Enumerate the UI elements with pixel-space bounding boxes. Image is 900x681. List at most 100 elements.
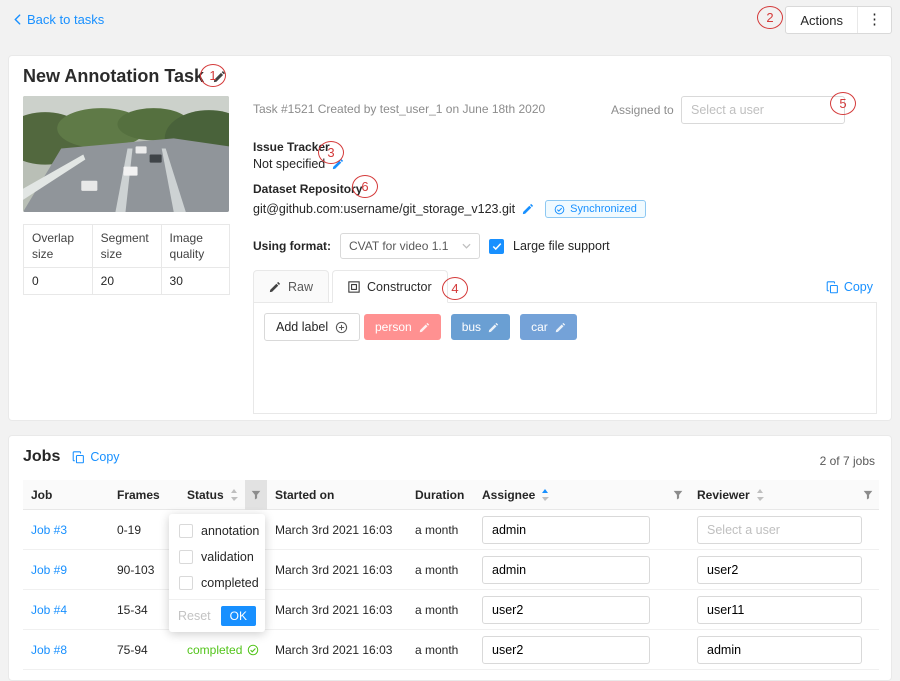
col-status: Status xyxy=(179,480,267,510)
large-file-support-label: Large file support xyxy=(513,239,610,253)
job-row: Job #9 90-103 March 3rd 2021 16:03 a mon… xyxy=(23,550,879,590)
task-meta: Task #1521 Created by test_user_1 on Jun… xyxy=(253,102,545,116)
check-circle-icon xyxy=(247,644,259,656)
sort-assignee-icon[interactable] xyxy=(541,488,549,502)
filter-reset-button[interactable]: Reset xyxy=(178,609,211,623)
copy-labels-label: Copy xyxy=(844,280,873,294)
label-chip-person-name: person xyxy=(375,320,412,334)
param-value-quality: 30 xyxy=(161,268,229,295)
cvat-task-page: Back to tasks Actions ⋮ New Annotation T… xyxy=(0,0,900,669)
check-circle-icon xyxy=(554,204,565,215)
checkbox-validation[interactable] xyxy=(179,550,193,564)
started-cell: March 3rd 2021 16:03 xyxy=(267,563,407,577)
jobs-table: Job Frames Status Started on Duration As… xyxy=(23,480,879,670)
label-chip-car-name: car xyxy=(531,320,548,334)
param-value-overlap: 0 xyxy=(24,268,93,295)
job-row: Job #3 0-19 March 3rd 2021 16:03 a month xyxy=(23,510,879,550)
back-to-tasks-link[interactable]: Back to tasks xyxy=(14,12,104,27)
job-link[interactable]: Job #3 xyxy=(23,523,109,537)
reviewer-input[interactable] xyxy=(697,636,862,664)
jobs-card: Jobs Copy 2 of 7 jobs Job Frames Status xyxy=(8,435,892,681)
task-detail-card: New Annotation Task Overlap size xyxy=(8,55,892,421)
job-link[interactable]: Job #8 xyxy=(23,643,109,657)
frames-cell: 75-94 xyxy=(109,643,179,657)
filter-reviewer-icon[interactable] xyxy=(857,480,879,510)
reviewer-input[interactable] xyxy=(697,556,862,584)
assignee-input[interactable] xyxy=(482,596,650,624)
edit-label-icon[interactable] xyxy=(419,322,430,333)
param-header-quality: Image quality xyxy=(161,225,229,268)
sort-status-icon[interactable] xyxy=(230,488,238,502)
filter-status-icon[interactable] xyxy=(245,480,267,510)
chevron-down-icon xyxy=(462,243,471,249)
copy-jobs-label: Copy xyxy=(90,450,119,464)
format-row: Using format: CVAT for video 1.1 Large f… xyxy=(253,233,610,259)
checkbox-annotation[interactable] xyxy=(179,524,193,538)
filter-option-completed-label: completed xyxy=(201,576,259,590)
task-preview-image xyxy=(23,96,229,212)
large-file-support-checkbox[interactable] xyxy=(489,239,504,254)
duration-cell: a month xyxy=(407,563,474,577)
col-duration: Duration xyxy=(407,480,474,510)
param-header-segment: Segment size xyxy=(92,225,161,268)
copy-icon xyxy=(72,451,85,464)
sync-status-badge: Synchronized xyxy=(545,200,646,218)
task-params-table: Overlap size Segment size Image quality … xyxy=(23,224,230,295)
tab-raw[interactable]: Raw xyxy=(253,270,329,303)
job-link[interactable]: Job #9 xyxy=(23,563,109,577)
task-assignee-input[interactable] xyxy=(681,96,845,124)
edit-label-icon[interactable] xyxy=(555,322,566,333)
job-link[interactable]: Job #4 xyxy=(23,603,109,617)
jobs-count: 2 of 7 jobs xyxy=(820,454,875,468)
annotation-callout-4: 4 xyxy=(442,277,468,300)
duration-cell: a month xyxy=(407,643,474,657)
annotation-callout-1: 1 xyxy=(200,64,226,87)
task-title: New Annotation Task xyxy=(23,66,204,87)
format-select-value: CVAT for video 1.1 xyxy=(349,239,448,253)
started-cell: March 3rd 2021 16:03 xyxy=(267,603,407,617)
started-cell: March 3rd 2021 16:03 xyxy=(267,643,407,657)
reviewer-input[interactable] xyxy=(697,596,862,624)
jobs-title: Jobs xyxy=(23,448,60,466)
actions-button[interactable]: Actions xyxy=(786,13,857,28)
sync-status-label: Synchronized xyxy=(570,203,637,215)
filter-option-annotation[interactable]: annotation xyxy=(169,518,265,544)
reviewer-input[interactable] xyxy=(697,516,862,544)
col-assignee: Assignee xyxy=(474,480,689,510)
tab-constructor[interactable]: Constructor xyxy=(332,270,448,303)
filter-assignee-icon[interactable] xyxy=(667,480,689,510)
sort-reviewer-icon[interactable] xyxy=(756,488,764,502)
filter-option-annotation-label: annotation xyxy=(201,524,259,538)
add-label-text: Add label xyxy=(276,320,328,334)
assignee-input[interactable] xyxy=(482,516,650,544)
dataset-repository-row: git@github.com:username/git_storage_v123… xyxy=(253,200,646,218)
back-to-tasks-label: Back to tasks xyxy=(27,12,104,27)
duration-cell: a month xyxy=(407,523,474,537)
issue-tracker-value: Not specified xyxy=(253,157,325,171)
task-title-row: New Annotation Task xyxy=(23,66,226,87)
more-menu-button[interactable]: ⋮ xyxy=(858,7,891,33)
job-row: Job #4 15-34 March 3rd 2021 16:03 a mont… xyxy=(23,590,879,630)
assignee-input[interactable] xyxy=(482,556,650,584)
annotation-callout-5: 5 xyxy=(830,92,856,115)
edit-label-icon[interactable] xyxy=(488,322,499,333)
assignee-input[interactable] xyxy=(482,636,650,664)
annotation-callout-6: 6 xyxy=(352,175,378,198)
edit-repository-icon[interactable] xyxy=(522,203,534,215)
started-cell: March 3rd 2021 16:03 xyxy=(267,523,407,537)
jobs-title-row: Jobs Copy xyxy=(23,448,120,466)
filter-ok-button[interactable]: OK xyxy=(221,606,256,626)
add-label-button[interactable]: Add label xyxy=(264,313,360,341)
filter-option-validation[interactable]: validation xyxy=(169,544,265,570)
checkbox-completed[interactable] xyxy=(179,576,193,590)
block-icon xyxy=(348,281,360,293)
annotation-callout-2: 2 xyxy=(757,6,783,29)
filter-option-completed[interactable]: completed xyxy=(169,570,265,596)
copy-icon xyxy=(826,281,839,294)
copy-labels-link[interactable]: Copy xyxy=(826,280,873,294)
label-chip-bus-name: bus xyxy=(462,320,481,334)
job-row: Job #8 75-94 completed March 3rd 2021 16… xyxy=(23,630,879,670)
format-select[interactable]: CVAT for video 1.1 xyxy=(340,233,480,259)
copy-jobs-link[interactable]: Copy xyxy=(72,450,119,464)
chevron-left-icon xyxy=(14,14,21,25)
